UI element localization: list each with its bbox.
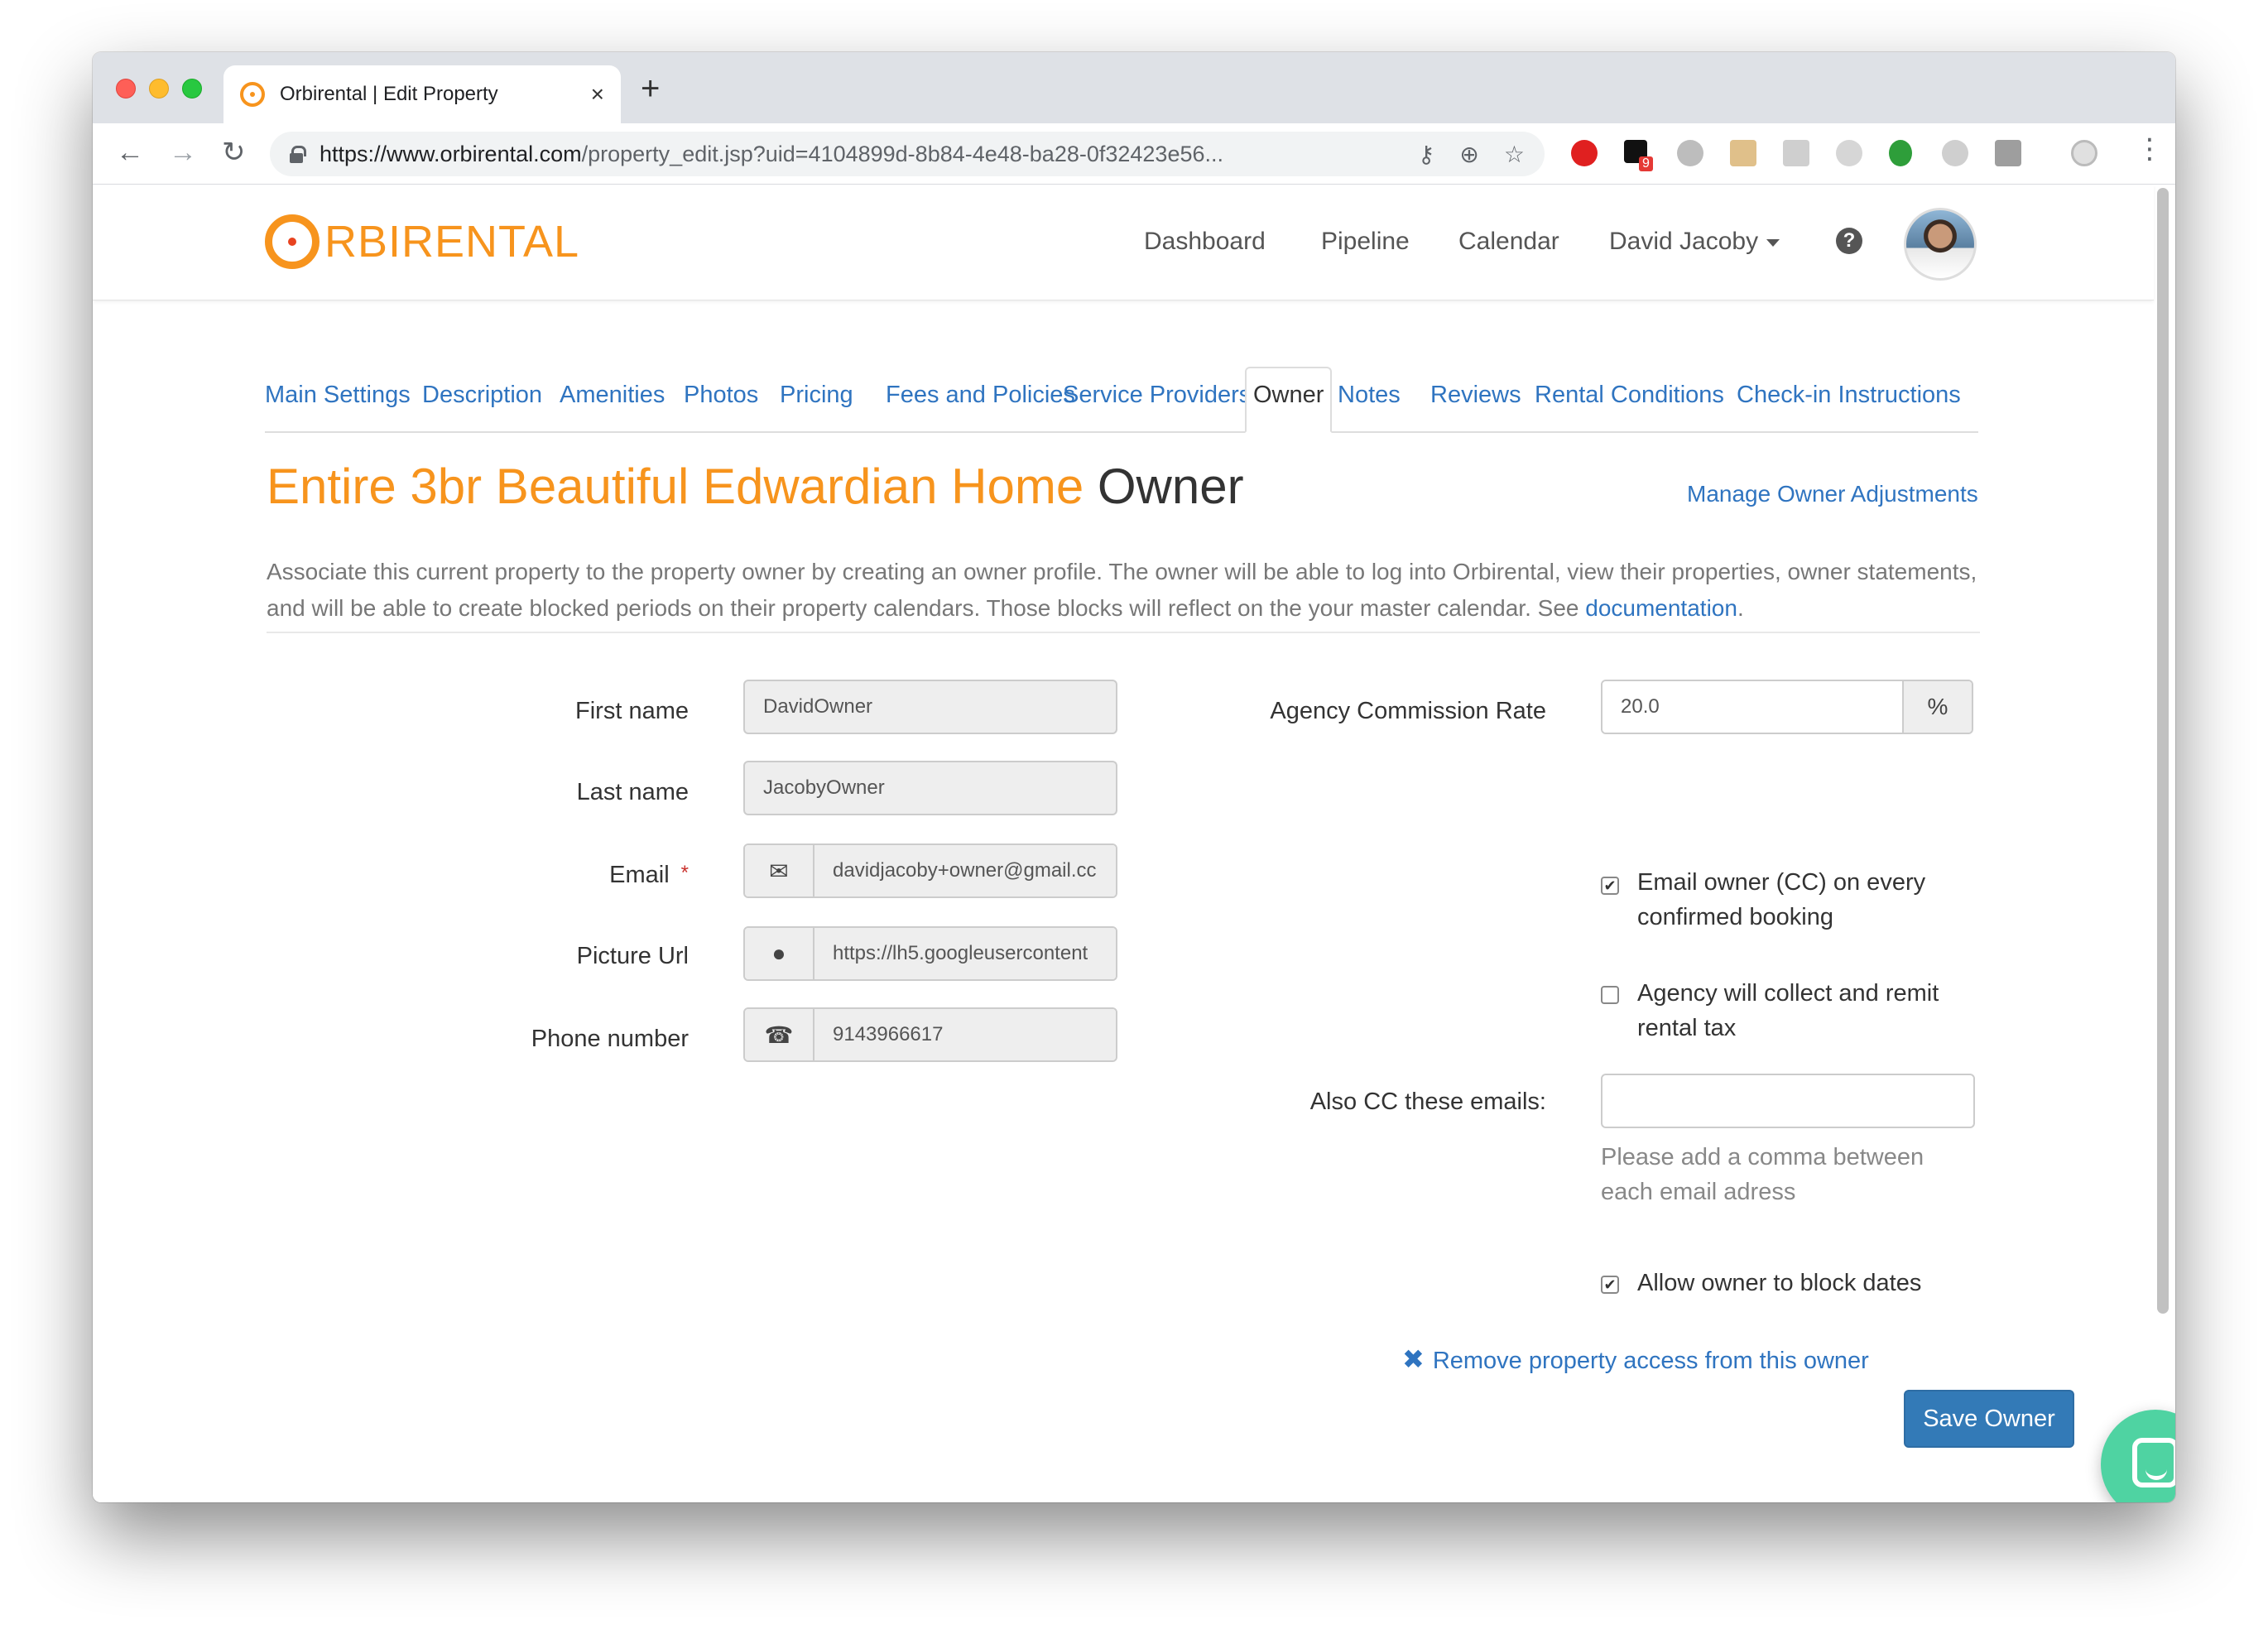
java-extension-icon[interactable] <box>1730 140 1756 166</box>
extension-icon[interactable] <box>1942 140 1968 166</box>
required-marker: * <box>680 862 689 884</box>
tab-service-providers[interactable]: Service Providers <box>1063 382 1251 409</box>
title-bar: Orbirental | Edit Property × + <box>93 52 2175 123</box>
commission-input[interactable]: 20.0 <box>1602 681 1902 733</box>
tab-amenities[interactable]: Amenities <box>560 382 665 409</box>
first-name-field[interactable]: DavidOwner <box>743 680 1117 734</box>
address-bar[interactable]: https://www.orbirental.com/property_edit… <box>270 132 1545 176</box>
zoom-window-button[interactable] <box>182 79 202 99</box>
minimize-window-button[interactable] <box>149 79 169 99</box>
cc-booking-checkbox[interactable]: ✔ <box>1601 877 1619 895</box>
email-label: Email * <box>609 862 689 888</box>
back-icon[interactable]: ← <box>116 138 144 166</box>
allow-block-label: Allow owner to block dates <box>1637 1270 1922 1296</box>
manage-owner-adjustments-link[interactable]: Manage Owner Adjustments <box>1687 481 1978 507</box>
tab-fees-and-policies[interactable]: Fees and Policies <box>886 382 1075 409</box>
also-cc-input[interactable] <box>1601 1074 1975 1128</box>
documentation-link[interactable]: documentation <box>1585 595 1737 621</box>
email-input[interactable]: davidjacoby+owner@gmail.cc <box>814 845 1116 896</box>
commission-field[interactable]: 20.0 % <box>1601 680 1973 734</box>
tab-pricing[interactable]: Pricing <box>780 382 853 409</box>
orbirental-logo[interactable]: RBIRENTAL <box>265 214 579 269</box>
new-tab-icon[interactable]: + <box>641 72 660 105</box>
nav-dashboard[interactable]: Dashboard <box>1144 228 1266 256</box>
email-field[interactable]: ✉ davidjacoby+owner@gmail.cc <box>743 843 1117 898</box>
url-text[interactable]: https://www.orbirental.com/property_edit… <box>320 142 1393 167</box>
page-content: RBIRENTAL Dashboard Pipeline Calendar Da… <box>93 185 2154 1502</box>
cc-booking-label: Email owner (CC) on every confirmed book… <box>1637 869 1926 930</box>
tab-reviews[interactable]: Reviews <box>1430 382 1521 409</box>
browser-window: Orbirental | Edit Property × + ← → ↻ htt… <box>93 52 2175 1502</box>
tab-photos[interactable]: Photos <box>684 382 758 409</box>
extension-icon[interactable] <box>1783 140 1809 166</box>
also-cc-label: Also CC these emails: <box>1309 1089 1546 1115</box>
tab-check-in-instructions[interactable]: Check-in Instructions <box>1737 382 1961 409</box>
remove-access-link[interactable]: ✖ Remove property access from this owner <box>1402 1343 1869 1375</box>
user-menu[interactable]: David Jacoby <box>1609 228 1780 256</box>
key-icon[interactable]: ⚷ <box>1418 141 1435 168</box>
profile-icon[interactable] <box>2071 140 2097 166</box>
orbirental-favicon-icon <box>240 82 265 107</box>
facebook-extension-icon[interactable] <box>1995 140 2021 166</box>
lock-icon <box>290 146 306 163</box>
zoom-icon[interactable]: ⊕ <box>1459 141 1478 168</box>
menu-dots-icon[interactable]: ⋮ <box>2136 135 2164 163</box>
logo-ring-icon <box>265 214 320 269</box>
extension-icon[interactable] <box>1836 140 1862 166</box>
browser-toolbar: ← → ↻ https://www.orbirental.com/propert… <box>93 123 2175 185</box>
save-owner-button[interactable]: Save Owner <box>1904 1390 2074 1448</box>
phone-number-label: Phone number <box>531 1026 689 1052</box>
percent-addon: % <box>1902 681 1972 733</box>
collect-tax-checkbox[interactable] <box>1601 986 1619 1004</box>
chat-icon <box>2132 1438 2175 1487</box>
commission-label: Agency Commission Rate <box>1270 698 1546 724</box>
tab-owner[interactable]: Owner <box>1245 367 1333 433</box>
collect-tax-label: Agency will collect and remit rental tax <box>1637 980 1939 1041</box>
first-name-label: First name <box>575 698 689 724</box>
avatar[interactable] <box>1904 208 1977 281</box>
envelope-icon: ✉ <box>745 845 814 896</box>
close-window-button[interactable] <box>116 79 136 99</box>
extension-icon[interactable] <box>1677 140 1703 166</box>
phone-number-field[interactable]: ☎ 9143966617 <box>743 1007 1117 1062</box>
property-name: Entire 3br Beautiful Edwardian Home <box>267 459 1084 514</box>
tab-close-icon[interactable]: × <box>591 81 604 108</box>
nav-calendar[interactable]: Calendar <box>1458 228 1559 256</box>
tab-main-settings[interactable]: Main Settings <box>265 382 411 409</box>
caret-down-icon <box>1766 238 1780 247</box>
tab-notes[interactable]: Notes <box>1338 382 1401 409</box>
tab-title: Orbirental | Edit Property <box>280 83 498 105</box>
picture-url-label: Picture Url <box>576 943 689 969</box>
forward-icon[interactable]: → <box>169 138 197 166</box>
nav-pipeline[interactable]: Pipeline <box>1321 228 1410 256</box>
logo-text: RBIRENTAL <box>324 217 580 267</box>
remove-icon: ✖ <box>1402 1344 1425 1374</box>
tab-rental-conditions[interactable]: Rental Conditions <box>1535 382 1724 409</box>
help-icon[interactable]: ? <box>1836 228 1862 254</box>
picture-url-field[interactable]: ● https://lh5.googleusercontent <box>743 926 1117 981</box>
owner-description: Associate this current property to the p… <box>267 559 1977 621</box>
phone-icon: ☎ <box>745 1009 814 1060</box>
extension-badge: 9 <box>1639 156 1653 171</box>
user-icon: ● <box>745 928 814 979</box>
section-name: Owner <box>1097 459 1244 514</box>
last-name-label: Last name <box>576 779 689 805</box>
scrollbar[interactable] <box>2157 188 2169 1314</box>
allow-block-checkbox[interactable]: ✔ <box>1601 1276 1619 1294</box>
reload-icon[interactable]: ↻ <box>222 138 246 166</box>
picture-url-input[interactable]: https://lh5.googleusercontent <box>814 928 1116 979</box>
site-navbar: RBIRENTAL Dashboard Pipeline Calendar Da… <box>93 185 2154 300</box>
also-cc-hint: Please add a comma between each email ad… <box>1601 1144 1924 1205</box>
user-name: David Jacoby <box>1609 228 1759 255</box>
extension-icon[interactable] <box>1889 140 1912 166</box>
divider <box>267 632 1980 633</box>
tab-description[interactable]: Description <box>422 382 542 409</box>
property-tabs: Main Settings Description Amenities Phot… <box>265 367 1978 433</box>
star-icon[interactable]: ☆ <box>1504 141 1525 168</box>
adblock-extension-icon[interactable] <box>1571 140 1598 166</box>
page-title: Entire 3br Beautiful Edwardian Home Owne… <box>267 458 1244 515</box>
phone-number-input[interactable]: 9143966617 <box>814 1009 1116 1060</box>
last-name-field[interactable]: JacobyOwner <box>743 761 1117 815</box>
browser-tab[interactable]: Orbirental | Edit Property × <box>223 65 621 123</box>
